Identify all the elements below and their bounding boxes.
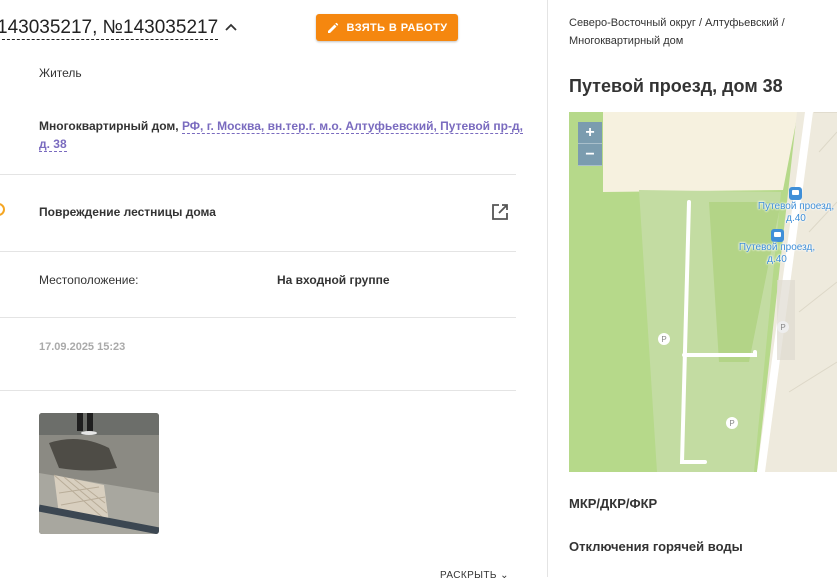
attached-photo-thumbnail[interactable] (39, 413, 159, 534)
request-date: 17.09.2025 15:23 (39, 341, 126, 353)
expand-label: РАСКРЫТЬ (440, 570, 497, 581)
chevron-up-icon[interactable] (224, 21, 238, 35)
bus-stop-icon[interactable] (771, 229, 784, 242)
parking-icon: P (726, 417, 738, 429)
applicant-role: Житель (39, 66, 82, 80)
map[interactable]: + − Путевой проезд, д.40 Путевой проезд,… (569, 112, 837, 472)
breadcrumb: Северо-Восточный округ / Алтуфьевский / … (569, 17, 785, 47)
location-value: На входной группе (277, 273, 390, 287)
object-sidebar: Северо-Восточный округ / Алтуфьевский / … (549, 0, 837, 577)
parking-icon: P (658, 333, 670, 345)
divider (0, 390, 516, 391)
section-repair-programs[interactable]: МКР/ДКР/ФКР (569, 496, 657, 511)
request-title-row[interactable]: 143035217, №143035217 (0, 14, 238, 42)
divider (0, 174, 516, 175)
open-external-icon[interactable] (490, 202, 510, 222)
location-label: Местоположение: (39, 273, 139, 287)
take-to-work-label: ВЗЯТЬ В РАБОТУ (346, 21, 448, 34)
bus-stop-icon[interactable] (789, 187, 802, 200)
object-type: Многоквартирный дом, (39, 119, 179, 133)
object-address: Многоквартирный дом, РФ, г. Москва, вн.т… (39, 117, 524, 153)
expand-toggle[interactable]: РАСКРЫТЬ ⌄ (440, 570, 509, 581)
parking-icon: P (777, 321, 789, 333)
request-panel: 143035217, №143035217 ВЗЯТЬ В РАБОТУ Жит… (0, 0, 548, 581)
divider (0, 251, 516, 252)
bus-stop-label: Путевой проезд, д.40 (757, 201, 835, 224)
section-hot-water-outages[interactable]: Отключения горячей воды (569, 539, 743, 554)
take-to-work-button[interactable]: ВЗЯТЬ В РАБОТУ (316, 14, 458, 41)
status-indicator-icon (0, 203, 5, 216)
map-zoom-controls: + − (578, 122, 602, 166)
pencil-icon (327, 22, 338, 33)
place-title: Путевой проезд, дом 38 (569, 76, 783, 96)
chevron-down-icon: ⌄ (500, 570, 509, 581)
divider (0, 317, 516, 318)
bus-stop-label: Путевой проезд, д.40 (738, 242, 816, 265)
zoom-out-button[interactable]: − (578, 144, 602, 166)
issue-title: Повреждение лестницы дома (39, 205, 216, 219)
request-title[interactable]: 143035217, №143035217 (0, 17, 219, 40)
zoom-in-button[interactable]: + (578, 122, 602, 144)
